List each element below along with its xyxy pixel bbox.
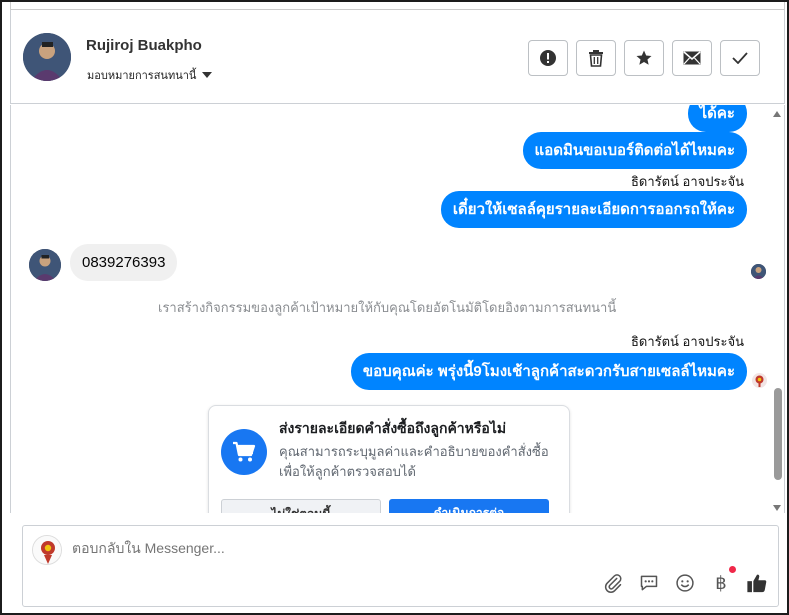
like-button[interactable] bbox=[746, 572, 768, 594]
outgoing-message: ได้คะ bbox=[687, 105, 747, 132]
chat-bubble-icon bbox=[640, 575, 658, 591]
saved-replies-button[interactable] bbox=[638, 572, 660, 594]
composer-toolbar: ฿ bbox=[602, 566, 768, 594]
shopping-cart-icon bbox=[221, 429, 267, 475]
outgoing-message: เดี๋ยวให้เซลล์คุยรายละเอียดการออกรถให้คะ bbox=[440, 191, 747, 228]
caret-down-icon bbox=[202, 72, 213, 78]
scroll-down-arrow-icon[interactable] bbox=[773, 505, 781, 511]
exclamation-icon bbox=[540, 50, 556, 66]
conversation-header: Rujiroj Buakpho มอบหมายการสนทนานี้ bbox=[10, 10, 785, 104]
header-actions bbox=[528, 40, 760, 76]
star-icon bbox=[636, 50, 652, 65]
scrollbar-thumb[interactable] bbox=[774, 388, 782, 480]
messenger-window: Rujiroj Buakpho มอบหมายการสนทนานี้ ได้คะ… bbox=[0, 0, 789, 615]
trash-icon bbox=[589, 50, 603, 67]
notification-dot bbox=[729, 566, 736, 573]
scroll-up-arrow-icon[interactable] bbox=[773, 111, 781, 117]
scrollbar[interactable] bbox=[770, 105, 784, 513]
thumbs-up-icon bbox=[747, 574, 767, 593]
order-details-card: ส่งรายละเอียดคำสั่งซื้อถึงลูกค้าหรือไม่ … bbox=[208, 405, 570, 513]
system-notice: เราสร้างกิจกรรมของลูกค้าเป้าหมายให้กับคุ… bbox=[158, 300, 617, 315]
outgoing-message: ขอบคุณค่ะ พรุ่งนี้9โมงเช้าลูกค้าสะดวกรับ… bbox=[350, 353, 747, 390]
checkmark-icon bbox=[732, 52, 748, 64]
page-avatar bbox=[32, 535, 62, 565]
sender-name: ธิดารัตน์ อาจประจัน bbox=[630, 174, 744, 189]
seen-by-avatar bbox=[752, 373, 767, 388]
card-title: ส่งรายละเอียดคำสั่งซื้อถึงลูกค้าหรือไม่ bbox=[279, 420, 507, 436]
assign-label: มอบหมายการสนทนานี้ bbox=[87, 70, 197, 82]
reply-input[interactable] bbox=[72, 540, 672, 556]
continue-button[interactable]: ดำเนินการต่อ bbox=[389, 499, 549, 513]
contact-avatar-small bbox=[29, 249, 61, 281]
assign-conversation-dropdown[interactable]: มอบหมายการสนทนานี้ bbox=[87, 66, 213, 84]
not-now-button[interactable]: ไม่ใช่ตอนนี้ bbox=[221, 499, 381, 513]
message-thread[interactable]: ได้คะ แอดมินขอเบอร์ติดต่อได้ไหมคะ ธิดารั… bbox=[10, 105, 785, 513]
star-button[interactable] bbox=[624, 40, 664, 76]
smiley-icon bbox=[676, 574, 694, 592]
delete-button[interactable] bbox=[576, 40, 616, 76]
incoming-message: 0839276393 bbox=[70, 244, 178, 281]
contact-avatar[interactable] bbox=[23, 33, 71, 81]
mark-done-button[interactable] bbox=[720, 40, 760, 76]
reply-composer: ฿ bbox=[22, 525, 779, 607]
sender-name: ธิดารัตน์ อาจประจัน bbox=[630, 334, 744, 349]
read-receipt-avatar bbox=[751, 264, 766, 279]
top-border bbox=[10, 2, 785, 10]
paperclip-icon bbox=[604, 574, 622, 593]
mark-unread-button[interactable] bbox=[672, 40, 712, 76]
payment-button[interactable]: ฿ bbox=[710, 566, 736, 594]
baht-icon: ฿ bbox=[715, 572, 727, 594]
emoji-button[interactable] bbox=[674, 572, 696, 594]
card-description: คุณสามารถระบุมูลค่าและคำอธิบายของคำสั่งซ… bbox=[279, 444, 549, 479]
outgoing-message: แอดมินขอเบอร์ติดต่อได้ไหมคะ bbox=[522, 132, 747, 169]
attachment-button[interactable] bbox=[602, 572, 624, 594]
mark-spam-button[interactable] bbox=[528, 40, 568, 76]
contact-name: Rujiroj Buakpho bbox=[86, 37, 202, 54]
envelope-icon bbox=[683, 51, 701, 65]
